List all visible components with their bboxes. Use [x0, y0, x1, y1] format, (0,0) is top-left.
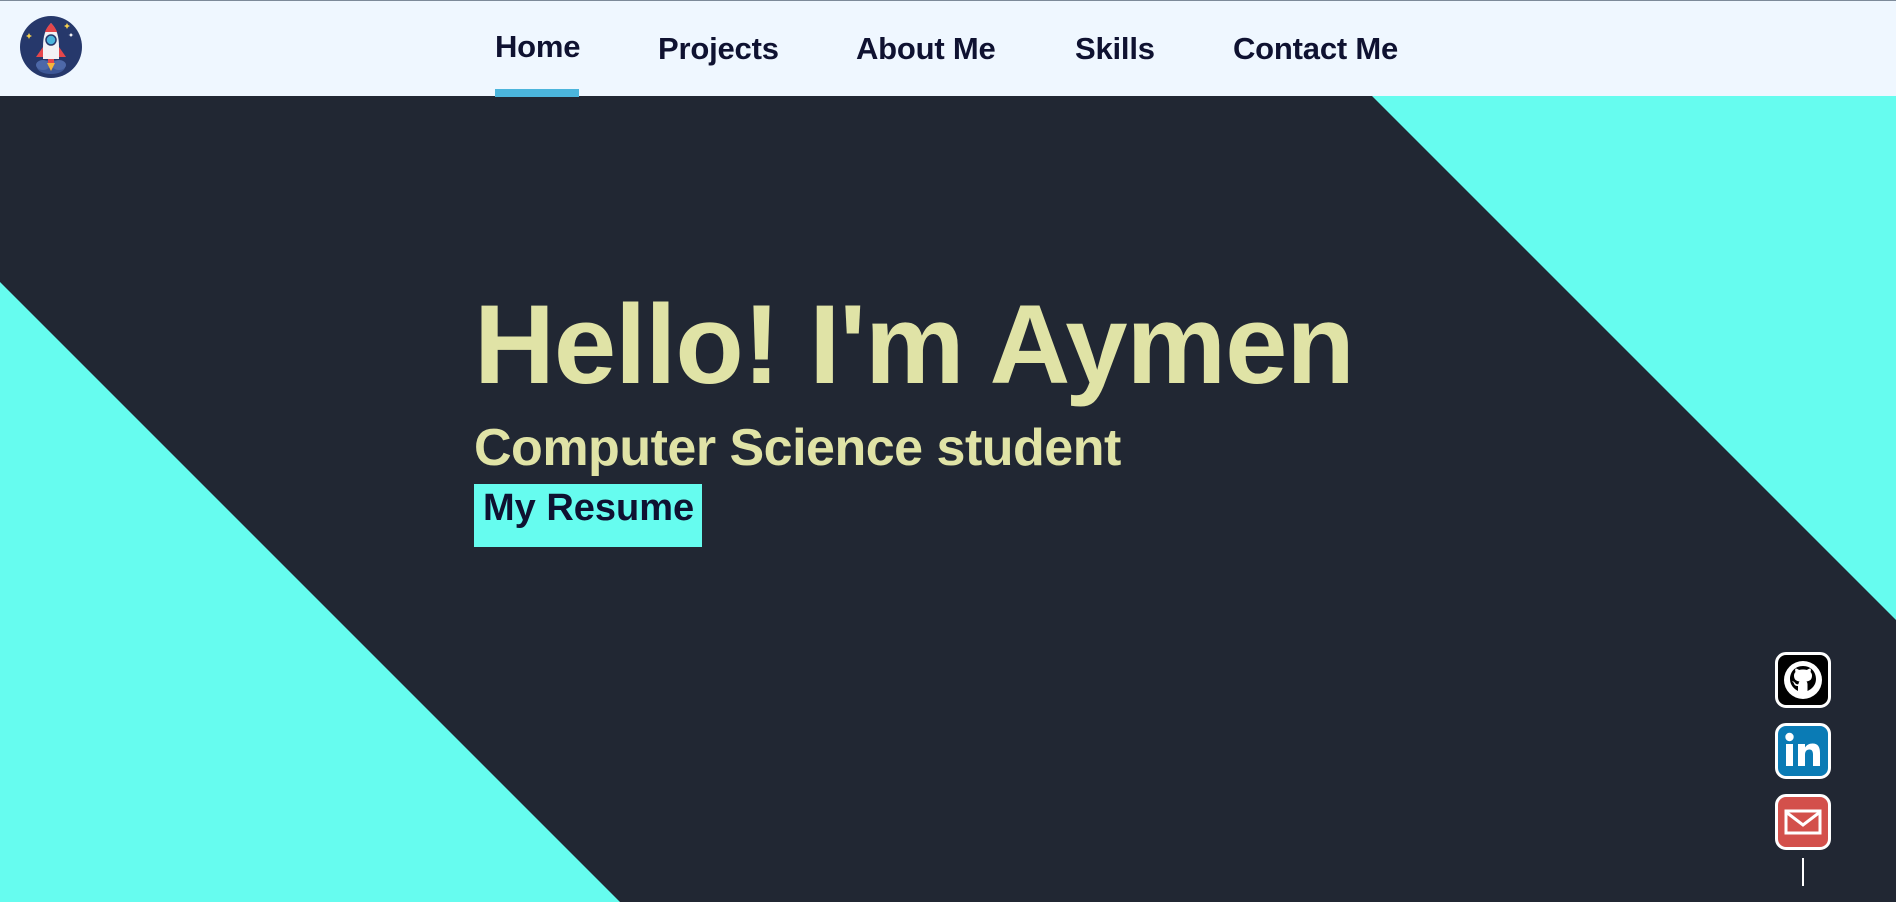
- nav-contact-me[interactable]: Contact Me: [1233, 31, 1398, 67]
- email-icon[interactable]: [1775, 794, 1831, 850]
- social-divider-line: [1802, 858, 1804, 886]
- rocket-logo-icon[interactable]: [19, 15, 83, 79]
- nav-home[interactable]: Home: [495, 29, 581, 65]
- top-navbar: Home Projects About Me Skills Contact Me: [0, 0, 1896, 97]
- nav-projects[interactable]: Projects: [658, 31, 779, 67]
- nav-about-me[interactable]: About Me: [856, 31, 996, 67]
- active-tab-indicator: [495, 89, 579, 97]
- accent-shape-top-right: [1372, 96, 1896, 620]
- linkedin-icon[interactable]: [1775, 723, 1831, 779]
- hero-title: Hello! I'm Aymen: [474, 282, 1355, 407]
- nav-skills[interactable]: Skills: [1075, 31, 1155, 67]
- resume-button[interactable]: My Resume: [474, 484, 702, 547]
- hero-subtitle: Computer Science student: [474, 419, 1121, 477]
- github-icon[interactable]: [1775, 652, 1831, 708]
